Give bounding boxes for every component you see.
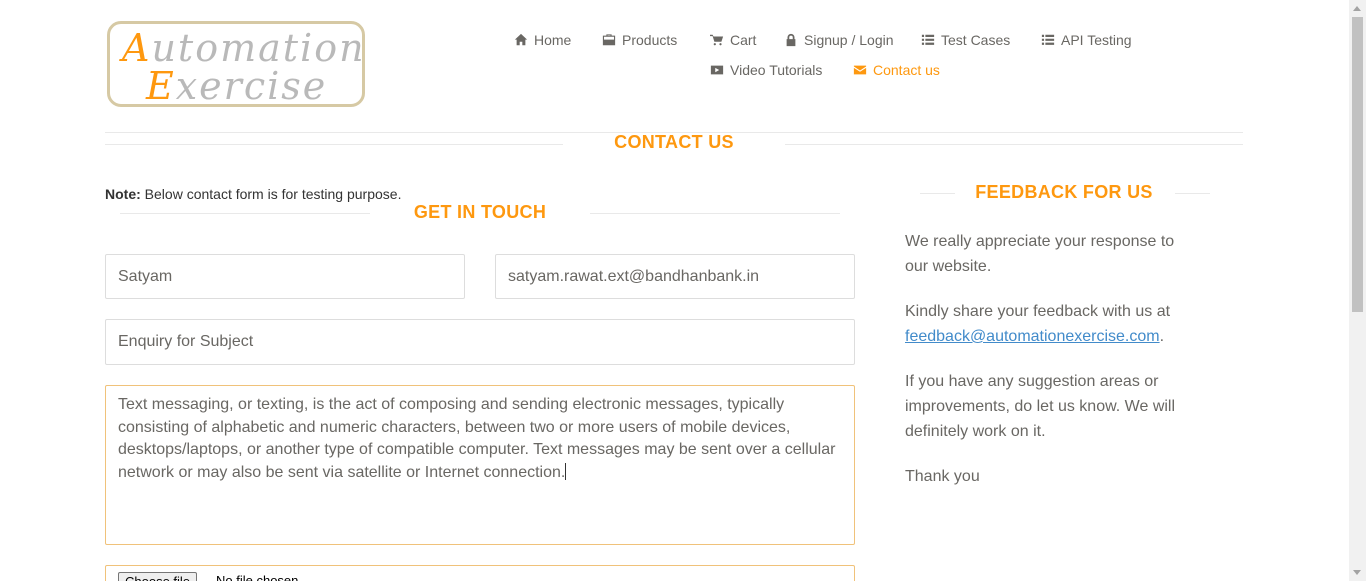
page: Automation Exercise Home Products Cart S…: [0, 0, 1349, 581]
home-icon: [514, 33, 528, 46]
file-status-text: No file chosen: [216, 573, 299, 581]
feedback-paragraph-1: We really appreciate your response to ou…: [905, 233, 1175, 275]
nav-contact-us[interactable]: Contact us: [853, 62, 940, 78]
nav-signup-login-label: Signup / Login: [804, 32, 894, 48]
feedback-paragraph-3: If you have any suggestion areas or impr…: [905, 373, 1176, 440]
text-caret: [565, 462, 567, 480]
name-input-value: Satyam: [118, 267, 173, 285]
scroll-up-arrow-icon[interactable]: [1353, 6, 1361, 11]
email-input[interactable]: satyam.rawat.ext@bandhanbank.in: [495, 254, 855, 299]
feedback-share-text: Kindly share your feedback with us at: [905, 303, 1171, 320]
scroll-thumb[interactable]: [1352, 17, 1363, 312]
nav-signup-login[interactable]: Signup / Login: [784, 32, 894, 48]
nav-cart-label: Cart: [730, 32, 757, 48]
email-input-value: satyam.rawat.ext@bandhanbank.in: [508, 267, 760, 285]
feedback-period: .: [1159, 328, 1165, 345]
scroll-down-arrow-icon[interactable]: [1353, 570, 1361, 575]
nav-api-testing-label: API Testing: [1061, 32, 1132, 48]
choose-file-button[interactable]: Choose file: [118, 572, 198, 581]
get-in-touch-rule-right: [590, 213, 840, 214]
list-icon: [1041, 34, 1055, 45]
get-in-touch-rule-left: [120, 213, 370, 214]
nav-products[interactable]: Products: [602, 32, 677, 48]
nav-home-label: Home: [534, 32, 572, 48]
briefcase-icon: [602, 34, 616, 46]
title-rule-right: [785, 144, 1243, 145]
feedback-title: FEEDBACK FOR US: [975, 182, 1153, 202]
note-label: Note:: [105, 186, 141, 202]
nav-products-label: Products: [622, 32, 678, 48]
message-textarea[interactable]: Text messaging, or texting, is the act o…: [105, 385, 855, 545]
envelope-icon: [853, 65, 867, 75]
youtube-icon: [710, 65, 724, 75]
subject-input-value: Enquiry for Subject: [118, 333, 254, 350]
nav-contact-us-label: Contact us: [873, 62, 940, 78]
message-text: Text messaging, or texting, is the act o…: [118, 396, 836, 481]
note-text: Below contact form is for testing purpos…: [144, 186, 402, 202]
feedback-rule-right: [1175, 193, 1210, 194]
page-scrollbar[interactable]: [1349, 0, 1366, 581]
list-icon: [921, 34, 935, 45]
form-note: Note: Below contact form is for testing …: [105, 186, 401, 202]
feedback-email-link[interactable]: feedback@automationexercise.com: [905, 328, 1160, 345]
nav-home[interactable]: Home: [514, 32, 571, 48]
nav-cart[interactable]: Cart: [710, 32, 756, 48]
file-upload-field: Choose file No file chosen: [105, 565, 855, 581]
feedback-paragraph-4: Thank you: [905, 468, 980, 485]
name-input[interactable]: Satyam: [105, 254, 465, 299]
lock-icon: [786, 33, 796, 47]
title-rule-left: [105, 144, 563, 145]
nav-test-cases[interactable]: Test Cases: [921, 32, 1010, 48]
main-nav: Home Products Cart Signup / Login Test C…: [0, 30, 1349, 90]
subject-input[interactable]: Enquiry for Subject: [105, 319, 855, 365]
nav-video-tutorials-label: Video Tutorials: [730, 62, 823, 78]
get-in-touch-title: GET IN TOUCH: [413, 202, 547, 222]
nav-test-cases-label: Test Cases: [941, 32, 1011, 48]
contact-us-title: CONTACT US: [614, 132, 734, 152]
cart-icon: [710, 34, 724, 46]
feedback-rule-left: [920, 193, 955, 194]
nav-video-tutorials[interactable]: Video Tutorials: [710, 62, 822, 78]
nav-api-testing[interactable]: API Testing: [1041, 32, 1132, 48]
feedback-paragraph-2: Kindly share your feedback with us at fe…: [905, 299, 1195, 349]
